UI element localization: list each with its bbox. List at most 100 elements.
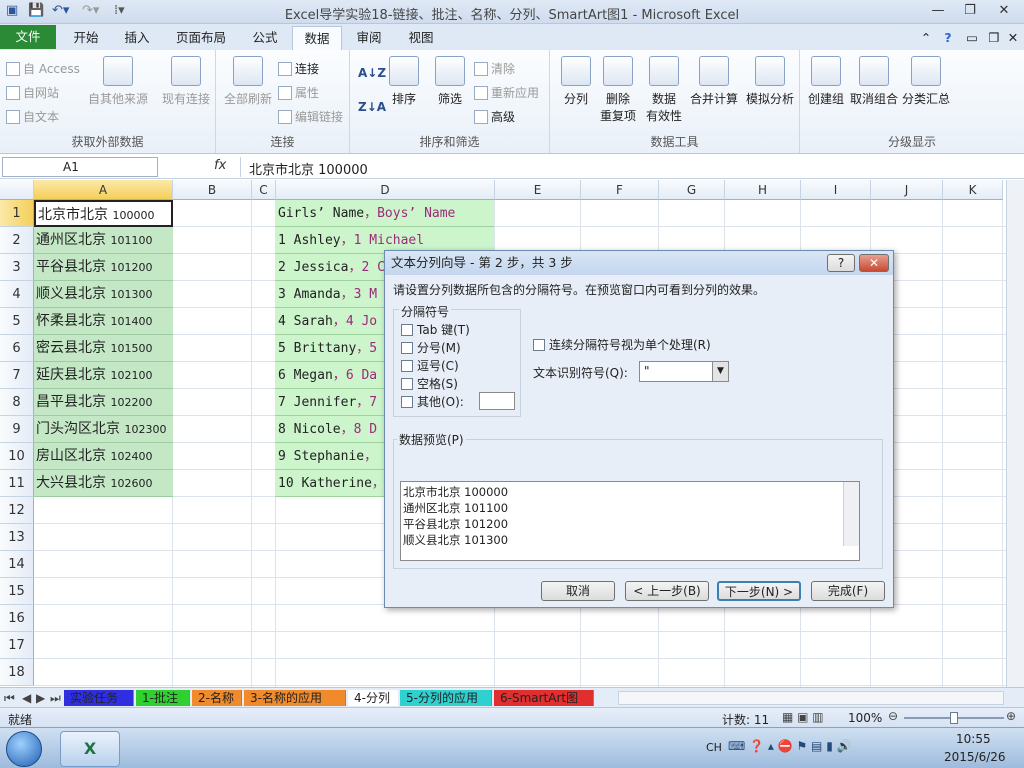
- ungroup-button[interactable]: 取消组合: [848, 56, 900, 107]
- back-button[interactable]: < 上一步(B): [625, 581, 709, 601]
- dialog-close-button[interactable]: ✕: [859, 254, 889, 272]
- sort-desc-icon[interactable]: Z↓A: [358, 100, 386, 114]
- cell-A1[interactable]: 北京市北京 100000: [34, 200, 173, 227]
- cell-A4[interactable]: 顺义县北京 101300: [34, 281, 173, 308]
- first-sheet-icon[interactable]: ⏮: [2, 690, 17, 706]
- row-header-3[interactable]: 3: [0, 254, 34, 281]
- column-header-A[interactable]: A: [34, 180, 173, 200]
- row-header-7[interactable]: 7: [0, 362, 34, 389]
- refresh-all-button[interactable]: 全部刷新: [220, 56, 276, 107]
- qualifier-select[interactable]: " ▼: [639, 361, 729, 382]
- cell-A6[interactable]: 密云县北京 101500: [34, 335, 173, 362]
- doc-restore-button[interactable]: ❐: [984, 26, 1004, 50]
- row-header-6[interactable]: 6: [0, 335, 34, 362]
- row-header-8[interactable]: 8: [0, 389, 34, 416]
- cell-A9[interactable]: 门头沟区北京 102300: [34, 416, 173, 443]
- other-delimiter-input[interactable]: [479, 392, 515, 410]
- collapse-ribbon-icon[interactable]: ⌃: [916, 26, 936, 50]
- zoom-out-icon[interactable]: ⊖: [888, 709, 898, 723]
- column-header-E[interactable]: E: [495, 180, 581, 200]
- row-header-1[interactable]: 1: [0, 200, 34, 227]
- tab-data[interactable]: 数据: [292, 26, 342, 51]
- sort-asc-icon[interactable]: A↓Z: [358, 66, 386, 80]
- consolidate-button[interactable]: 合并计算: [688, 56, 740, 107]
- data-preview-box[interactable]: 北京市北京 100000 通州区北京 101100 平谷县北京 101200 顺…: [400, 481, 860, 561]
- data-validation-button[interactable]: 数据 有效性: [642, 56, 686, 124]
- view-buttons-icon[interactable]: ▦ ▣ ▥: [782, 710, 824, 724]
- close-button[interactable]: ✕: [990, 2, 1018, 20]
- filter-button[interactable]: 筛选: [430, 56, 470, 107]
- space-checkbox[interactable]: 空格(S): [401, 375, 458, 392]
- excel-taskbar-icon[interactable]: X: [60, 731, 120, 767]
- sheet-tab[interactable]: 实验任务: [64, 690, 134, 706]
- row-header-18[interactable]: 18: [0, 659, 34, 686]
- from-access-button[interactable]: 自 Access: [6, 60, 80, 77]
- column-header-C[interactable]: C: [252, 180, 276, 200]
- next-sheet-icon[interactable]: ▶: [34, 690, 47, 706]
- existing-connections-button[interactable]: 现有连接: [158, 56, 214, 107]
- cell-A10[interactable]: 房山区北京 102400: [34, 443, 173, 470]
- column-header-D[interactable]: D: [276, 180, 495, 200]
- tab-view[interactable]: 视图: [398, 26, 444, 50]
- cell-A3[interactable]: 平谷县北京 101200: [34, 254, 173, 281]
- sheet-tab[interactable]: 3-名称的应用: [244, 690, 346, 706]
- cell-A5[interactable]: 怀柔县北京 101400: [34, 308, 173, 335]
- zoom-in-icon[interactable]: ⊕: [1006, 709, 1016, 723]
- other-checkbox[interactable]: 其他(O):: [401, 393, 464, 410]
- zoom-slider-thumb[interactable]: [950, 712, 958, 724]
- tab-page-layout[interactable]: 页面布局: [166, 26, 236, 50]
- row-header-13[interactable]: 13: [0, 524, 34, 551]
- clock-date[interactable]: 2015/6/26: [944, 750, 1006, 764]
- input-language[interactable]: CH: [706, 741, 722, 754]
- row-header-2[interactable]: 2: [0, 227, 34, 254]
- other-sources-button[interactable]: 自其他来源: [86, 56, 150, 107]
- cell-A11[interactable]: 大兴县北京 102600: [34, 470, 173, 497]
- sort-button[interactable]: 排序: [384, 56, 424, 107]
- comma-checkbox[interactable]: 逗号(C): [401, 357, 459, 374]
- row-header-15[interactable]: 15: [0, 578, 34, 605]
- tray-icons[interactable]: ⌨ ❓ ▴ ⛔ ⚑ ▤ ▮ 🔊: [728, 739, 852, 753]
- doc-close-button[interactable]: ✕: [1004, 26, 1022, 50]
- restore-button[interactable]: ❐: [956, 2, 984, 20]
- select-all-corner[interactable]: [0, 180, 34, 200]
- cell-A8[interactable]: 昌平县北京 102200: [34, 389, 173, 416]
- cell-A7[interactable]: 延庆县北京 102100: [34, 362, 173, 389]
- consecutive-checkbox[interactable]: 连续分隔符号视为单个处理(R): [533, 336, 711, 353]
- semicolon-checkbox[interactable]: 分号(M): [401, 339, 461, 356]
- tab-file[interactable]: 文件: [0, 25, 56, 49]
- clear-button[interactable]: 清除: [474, 60, 515, 77]
- tab-formulas[interactable]: 公式: [242, 26, 288, 50]
- insert-function-icon[interactable]: fx: [214, 158, 226, 173]
- what-if-button[interactable]: 模拟分析: [742, 56, 798, 107]
- edit-links-button[interactable]: 编辑链接: [278, 108, 343, 125]
- row-header-5[interactable]: 5: [0, 308, 34, 335]
- row-header-14[interactable]: 14: [0, 551, 34, 578]
- cell-D1[interactable]: Girls’ Name，Boys’ Name: [275, 200, 494, 227]
- finish-button[interactable]: 完成(F): [811, 581, 885, 601]
- next-button[interactable]: 下一步(N) >: [717, 581, 801, 601]
- tab-home[interactable]: 开始: [62, 26, 110, 50]
- sheet-tab[interactable]: 5-分列的应用: [400, 690, 492, 706]
- column-header-F[interactable]: F: [581, 180, 659, 200]
- column-header-I[interactable]: I: [801, 180, 871, 200]
- row-header-11[interactable]: 11: [0, 470, 34, 497]
- help-icon[interactable]: ?: [938, 26, 958, 50]
- minimize-button[interactable]: —: [924, 2, 952, 20]
- dialog-help-button[interactable]: ?: [827, 254, 855, 272]
- horizontal-scrollbar[interactable]: [618, 691, 1004, 705]
- properties-button[interactable]: 属性: [278, 84, 319, 101]
- sheet-tab[interactable]: 6-SmartArt图: [494, 690, 594, 706]
- clock-time[interactable]: 10:55: [956, 732, 991, 746]
- row-header-10[interactable]: 10: [0, 443, 34, 470]
- zoom-level[interactable]: 100%: [848, 711, 882, 725]
- remove-duplicates-button[interactable]: 删除 重复项: [596, 56, 640, 124]
- sheet-tab[interactable]: 2-名称: [192, 690, 242, 706]
- from-web-button[interactable]: 自网站: [6, 84, 59, 101]
- sheet-tab[interactable]: 1-批注: [136, 690, 190, 706]
- doc-minimize-button[interactable]: ▭: [962, 26, 982, 50]
- row-header-9[interactable]: 9: [0, 416, 34, 443]
- cell-A2[interactable]: 通州区北京 101100: [34, 227, 173, 254]
- zoom-slider[interactable]: [904, 712, 1004, 724]
- column-header-B[interactable]: B: [173, 180, 252, 200]
- reapply-button[interactable]: 重新应用: [474, 84, 539, 101]
